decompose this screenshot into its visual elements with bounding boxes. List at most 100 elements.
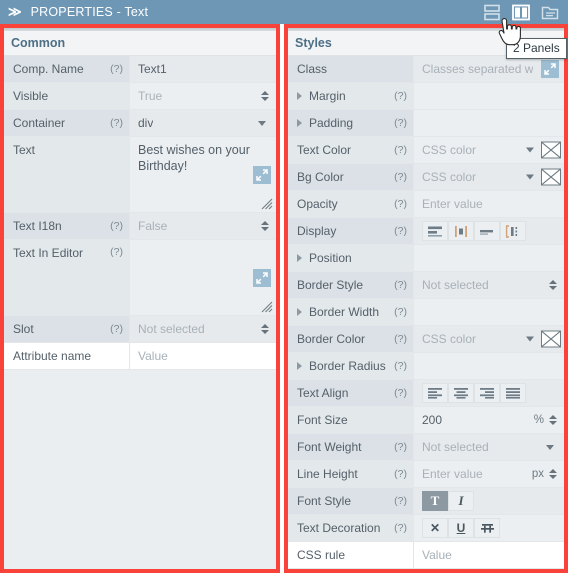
help-icon[interactable]: (?) (394, 279, 407, 291)
label-margin: Margin (?) (288, 83, 414, 109)
chevron-right-icon[interactable] (297, 119, 302, 127)
row-border-radius[interactable]: Border Radius (?) (288, 353, 564, 380)
input-text-i18n[interactable]: False (130, 213, 276, 239)
flex-icon[interactable] (500, 221, 526, 241)
input-text-color[interactable]: CSS color (414, 137, 564, 163)
input-attribute-name[interactable]: Attribute name (4, 343, 130, 369)
block-icon[interactable] (422, 221, 448, 241)
help-icon[interactable]: (?) (110, 246, 123, 258)
stepper-icon[interactable] (260, 218, 272, 234)
font-style-button-group: T I (414, 488, 564, 514)
chevron-down-icon[interactable] (546, 444, 554, 450)
stepper-icon[interactable] (548, 412, 560, 428)
input-font-size[interactable]: 200 % (414, 407, 564, 433)
help-icon[interactable]: (?) (394, 495, 407, 507)
collapse-chevrons-icon[interactable]: ≫ (8, 4, 22, 20)
align-left-icon[interactable] (422, 383, 448, 403)
expand-icon[interactable] (541, 60, 559, 78)
help-icon[interactable]: (?) (394, 117, 407, 129)
expand-icon[interactable] (253, 268, 271, 287)
row-position[interactable]: Position (288, 245, 564, 272)
expand-icon[interactable] (253, 165, 271, 184)
resize-grip-icon[interactable] (259, 299, 273, 313)
input-visible[interactable]: True (130, 83, 276, 109)
unit-label: % (533, 414, 544, 426)
help-icon[interactable]: (?) (394, 198, 407, 210)
label-opacity: Opacity (?) (288, 191, 414, 217)
chevron-down-icon[interactable] (258, 120, 266, 126)
help-icon[interactable]: (?) (394, 333, 407, 345)
stepper-icon[interactable] (260, 321, 272, 337)
row-border-width[interactable]: Border Width (?) (288, 299, 564, 326)
align-center-icon[interactable] (448, 383, 474, 403)
chevron-right-icon[interactable] (297, 92, 302, 100)
input-border-color[interactable]: CSS color (414, 326, 564, 352)
color-swatch-empty-icon[interactable] (541, 141, 561, 159)
textarea-text-in-editor[interactable] (130, 240, 276, 315)
input-css-rule-name[interactable]: CSS rule (288, 542, 414, 568)
help-icon[interactable]: (?) (110, 117, 123, 129)
row-slot: Slot (?) Not selected (4, 316, 276, 343)
input-css-rule-value[interactable]: Value (414, 542, 564, 568)
help-icon[interactable]: (?) (394, 171, 407, 183)
italic-icon[interactable]: I (448, 491, 474, 511)
stepper-icon[interactable] (548, 277, 560, 293)
input-slot[interactable]: Not selected (130, 316, 276, 342)
stepper-icon[interactable] (260, 88, 272, 104)
underline-icon[interactable]: U (448, 518, 474, 538)
select-font-weight[interactable]: Not selected (414, 434, 564, 460)
row-padding[interactable]: Padding (?) (288, 110, 564, 137)
label-border-color: Border Color (?) (288, 326, 414, 352)
styles-panel-frame: Styles Class Classes separated w Margin … (284, 24, 568, 573)
resize-grip-icon[interactable] (259, 196, 273, 210)
help-icon[interactable]: (?) (110, 63, 123, 75)
color-swatch-empty-icon[interactable] (541, 330, 561, 348)
normal-text-icon[interactable]: T (422, 491, 448, 511)
help-icon[interactable]: (?) (394, 360, 407, 372)
inline-icon[interactable] (474, 221, 500, 241)
textarea-text[interactable]: Best wishes on your Birthday! (130, 137, 276, 212)
align-right-icon[interactable] (474, 383, 500, 403)
chevron-down-icon[interactable] (526, 174, 534, 180)
chevron-down-icon[interactable] (526, 147, 534, 153)
select-container[interactable]: div (130, 110, 276, 136)
window-titlebar: ≫ PROPERTIES - Text (0, 0, 568, 24)
help-icon[interactable]: (?) (394, 306, 407, 318)
inline-block-icon[interactable] (448, 221, 474, 241)
input-bg-color[interactable]: CSS color (414, 164, 564, 190)
label-text: Class (297, 62, 328, 76)
help-icon[interactable]: (?) (394, 441, 407, 453)
placeholder-text: CSS color (422, 332, 477, 346)
chevron-right-icon[interactable] (297, 254, 302, 262)
stepper-icon[interactable] (548, 466, 560, 482)
help-icon[interactable]: (?) (394, 144, 407, 156)
none-decoration-icon[interactable]: ✕ (422, 518, 448, 538)
glyph: T (430, 493, 440, 508)
line-through-icon[interactable] (474, 518, 500, 538)
color-swatch-empty-icon[interactable] (541, 168, 561, 186)
label-text: Margin (309, 89, 346, 103)
help-icon[interactable]: (?) (394, 522, 407, 534)
help-icon[interactable]: (?) (394, 387, 407, 399)
value-border-radius (414, 353, 564, 379)
common-panel-title: Common (11, 36, 66, 50)
input-line-height[interactable]: Enter value px (414, 461, 564, 487)
styles-panel-title: Styles (295, 36, 332, 50)
help-icon[interactable]: (?) (394, 468, 407, 480)
chevron-down-icon[interactable] (526, 336, 534, 342)
align-justify-icon[interactable] (500, 383, 526, 403)
input-border-style[interactable]: Not selected (414, 272, 564, 298)
input-class[interactable]: Classes separated w (414, 56, 564, 82)
help-icon[interactable]: (?) (110, 220, 123, 232)
chevron-right-icon[interactable] (297, 308, 302, 316)
row-font-weight: Font Weight (?) Not selected (288, 434, 564, 461)
folder-panels-icon[interactable] (540, 4, 560, 21)
help-icon[interactable]: (?) (394, 90, 407, 102)
help-icon[interactable]: (?) (110, 323, 123, 335)
help-icon[interactable]: (?) (394, 225, 407, 237)
input-opacity[interactable]: Enter value (414, 191, 564, 217)
input-attribute-value[interactable]: Value (130, 343, 276, 369)
row-margin[interactable]: Margin (?) (288, 83, 564, 110)
input-comp-name[interactable]: Text1 (130, 56, 276, 82)
chevron-right-icon[interactable] (297, 362, 302, 370)
